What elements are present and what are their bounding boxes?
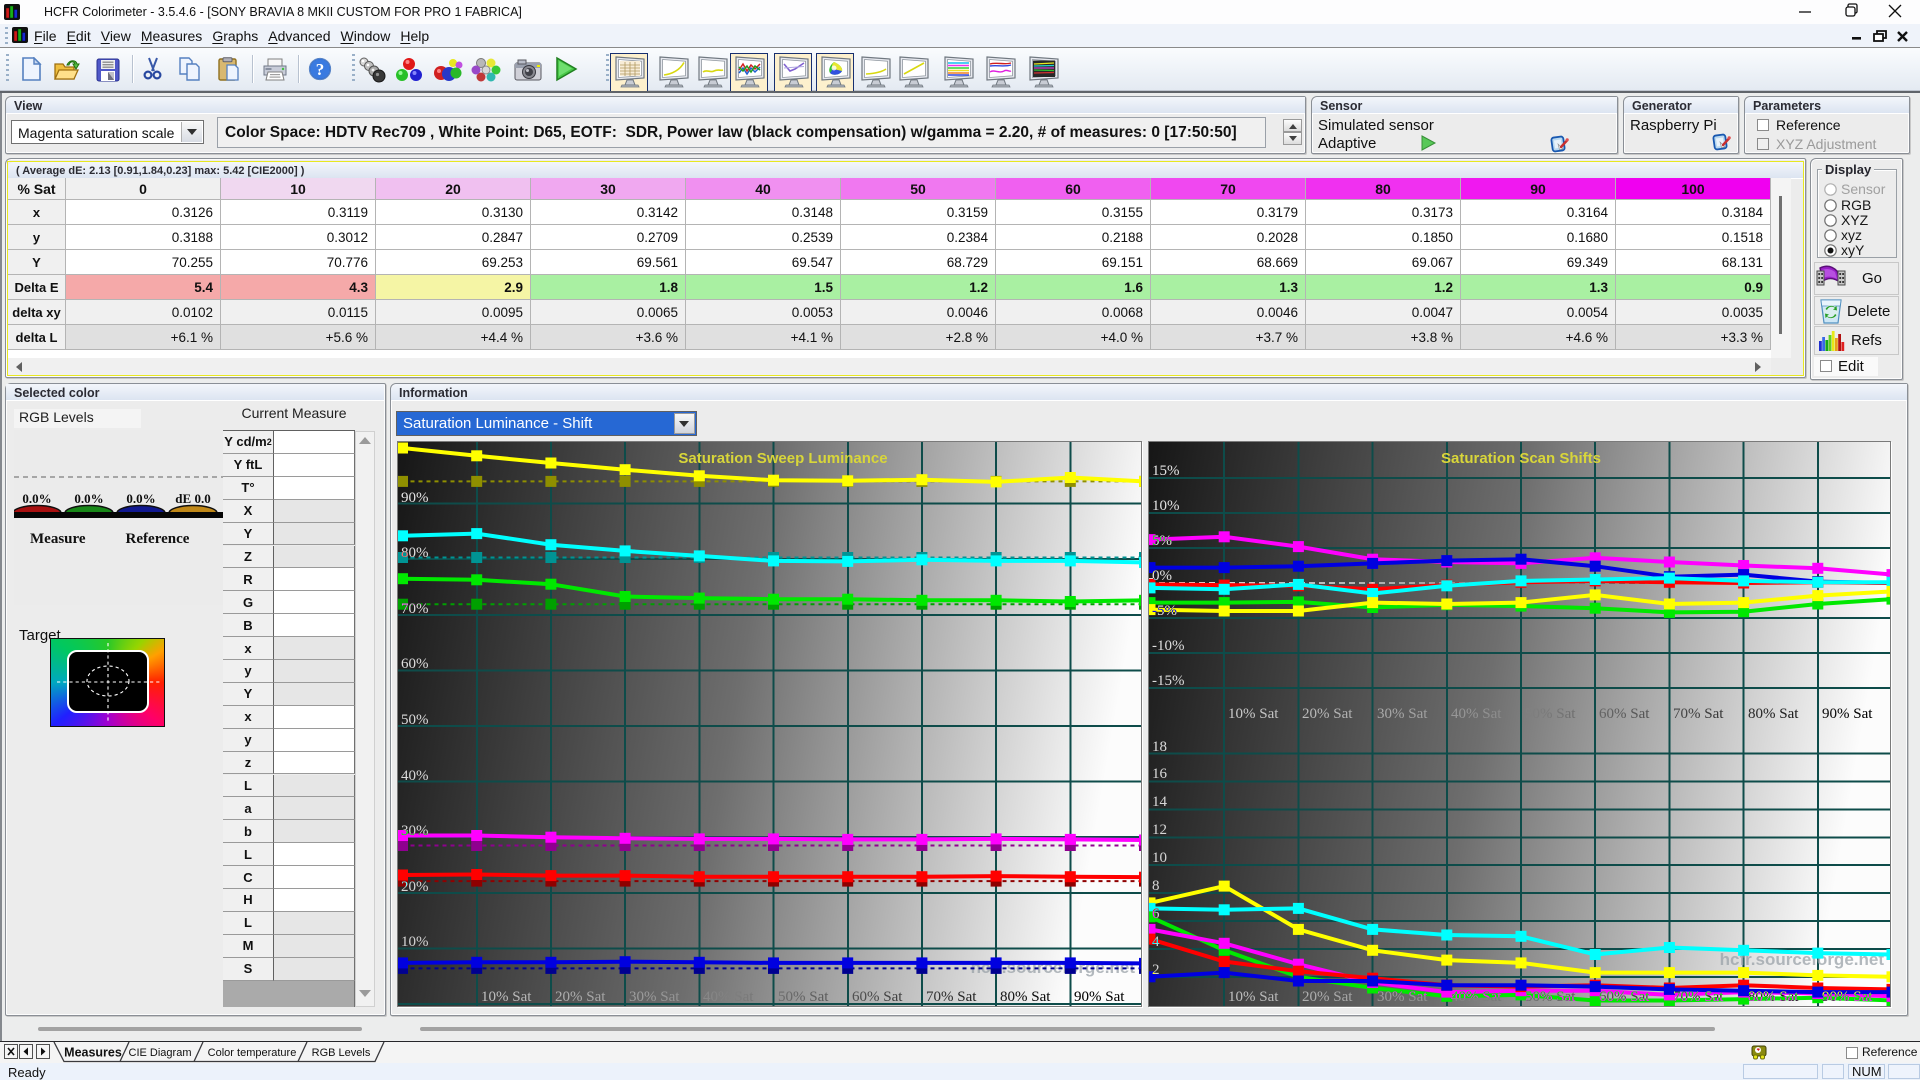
svg-text:80% Sat: 80% Sat [1748, 706, 1799, 722]
svg-text:60% Sat: 60% Sat [852, 989, 903, 1005]
svg-text:20% Sat: 20% Sat [1302, 989, 1353, 1005]
svg-text:30% Sat: 30% Sat [1377, 989, 1428, 1005]
svg-text:12: 12 [1152, 822, 1167, 838]
svg-text:10% Sat: 10% Sat [1228, 989, 1279, 1005]
svg-text:40% Sat: 40% Sat [1451, 706, 1502, 722]
svg-text:80% Sat: 80% Sat [1748, 989, 1799, 1005]
svg-text:-5%: -5% [1152, 603, 1177, 619]
svg-text:10%: 10% [401, 934, 429, 950]
svg-text:80% Sat: 80% Sat [1000, 989, 1051, 1005]
svg-text:-10%: -10% [1152, 638, 1185, 654]
svg-text:60% Sat: 60% Sat [1599, 706, 1650, 722]
svg-text:60% Sat: 60% Sat [1599, 989, 1650, 1005]
svg-text:70%: 70% [401, 601, 429, 617]
svg-text:dE 0.0: dE 0.0 [175, 491, 210, 506]
svg-text:0.0%: 0.0% [22, 491, 51, 506]
svg-text:90% Sat: 90% Sat [1074, 989, 1125, 1005]
svg-text:6: 6 [1152, 906, 1160, 922]
svg-text:10%: 10% [1152, 498, 1180, 514]
svg-text:4: 4 [1152, 934, 1160, 950]
svg-text:30% Sat: 30% Sat [1377, 706, 1428, 722]
svg-text:70% Sat: 70% Sat [1673, 706, 1724, 722]
svg-text:10% Sat: 10% Sat [481, 989, 532, 1005]
svg-text:Color temperature: Color temperature [208, 1047, 297, 1059]
svg-text:90% Sat: 90% Sat [1822, 989, 1873, 1005]
svg-text:30%: 30% [401, 823, 429, 839]
svg-text:14: 14 [1152, 794, 1168, 810]
svg-text:8: 8 [1152, 878, 1160, 894]
svg-text:16: 16 [1152, 766, 1168, 782]
svg-text:CIE Diagram: CIE Diagram [129, 1047, 192, 1059]
svg-text:70% Sat: 70% Sat [1673, 989, 1724, 1005]
svg-text:0.0%: 0.0% [126, 491, 155, 506]
svg-text:50% Sat: 50% Sat [778, 989, 829, 1005]
svg-text:80%: 80% [401, 545, 429, 561]
svg-text:40% Sat: 40% Sat [1451, 989, 1502, 1005]
svg-text:50%: 50% [401, 712, 429, 728]
svg-text:60%: 60% [401, 656, 429, 672]
svg-text:-15%: -15% [1152, 673, 1185, 689]
svg-text:70% Sat: 70% Sat [926, 989, 977, 1005]
svg-text:?: ? [316, 60, 325, 79]
svg-text:50% Sat: 50% Sat [1525, 706, 1576, 722]
svg-text:40% Sat: 40% Sat [703, 989, 754, 1005]
svg-text:20% Sat: 20% Sat [555, 989, 606, 1005]
svg-text:Saturation Scan Shifts: Saturation Scan Shifts [1441, 450, 1601, 467]
svg-text:10: 10 [1152, 850, 1167, 866]
svg-text:30% Sat: 30% Sat [629, 989, 680, 1005]
svg-text:2: 2 [1152, 962, 1160, 978]
svg-text:90%: 90% [401, 490, 429, 506]
svg-text:20% Sat: 20% Sat [1302, 706, 1353, 722]
svg-text:20%: 20% [401, 879, 429, 895]
svg-text:0.0%: 0.0% [74, 491, 103, 506]
svg-text:10% Sat: 10% Sat [1228, 706, 1279, 722]
svg-text:RGB Levels: RGB Levels [312, 1047, 371, 1059]
svg-text:15%: 15% [1152, 463, 1180, 479]
svg-text:5%: 5% [1152, 533, 1172, 549]
svg-text:Saturation Sweep Luminance: Saturation Sweep Luminance [678, 450, 887, 467]
svg-text:0%: 0% [1152, 568, 1172, 584]
svg-text:40%: 40% [401, 768, 429, 784]
svg-text:Measures: Measures [64, 1046, 122, 1060]
svg-text:18: 18 [1152, 739, 1167, 755]
svg-text:50% Sat: 50% Sat [1525, 989, 1576, 1005]
svg-text:90% Sat: 90% Sat [1822, 706, 1873, 722]
